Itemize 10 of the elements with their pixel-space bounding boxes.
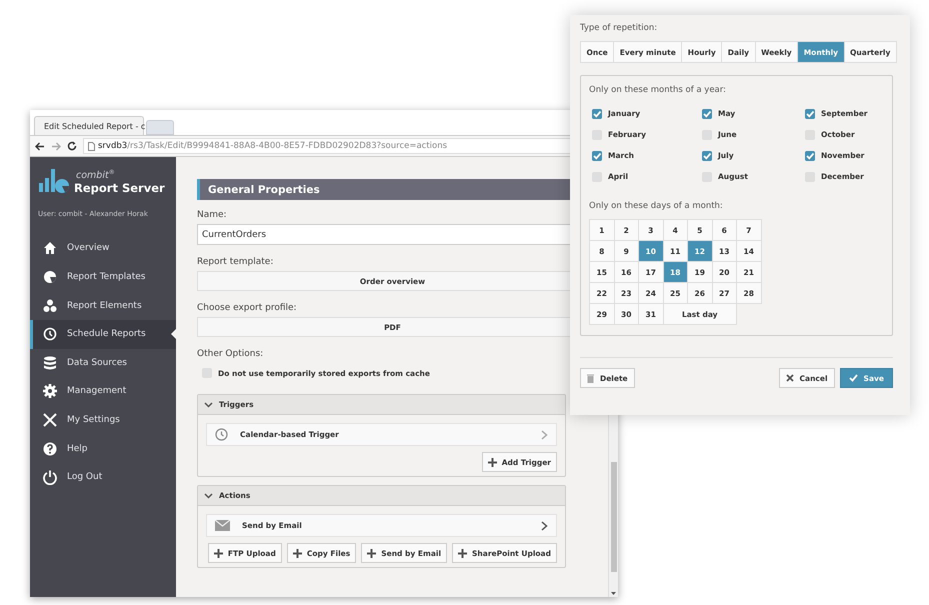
field-label: Choose export profile: xyxy=(197,303,298,313)
field-label: Other Options: xyxy=(197,349,264,359)
brand-name: Report Server xyxy=(74,181,165,196)
field-label: Name: xyxy=(197,210,228,220)
section-label: Only on these days of a month: xyxy=(589,201,724,211)
section-label: Type of repetition: xyxy=(580,23,658,33)
field-label: Report template: xyxy=(197,257,274,267)
tab-title: Edit Scheduled Report - c xyxy=(44,122,146,130)
brand-label: combit$^{®}$ xyxy=(75,168,115,182)
section-label: Only on these months of a year: xyxy=(589,85,727,95)
